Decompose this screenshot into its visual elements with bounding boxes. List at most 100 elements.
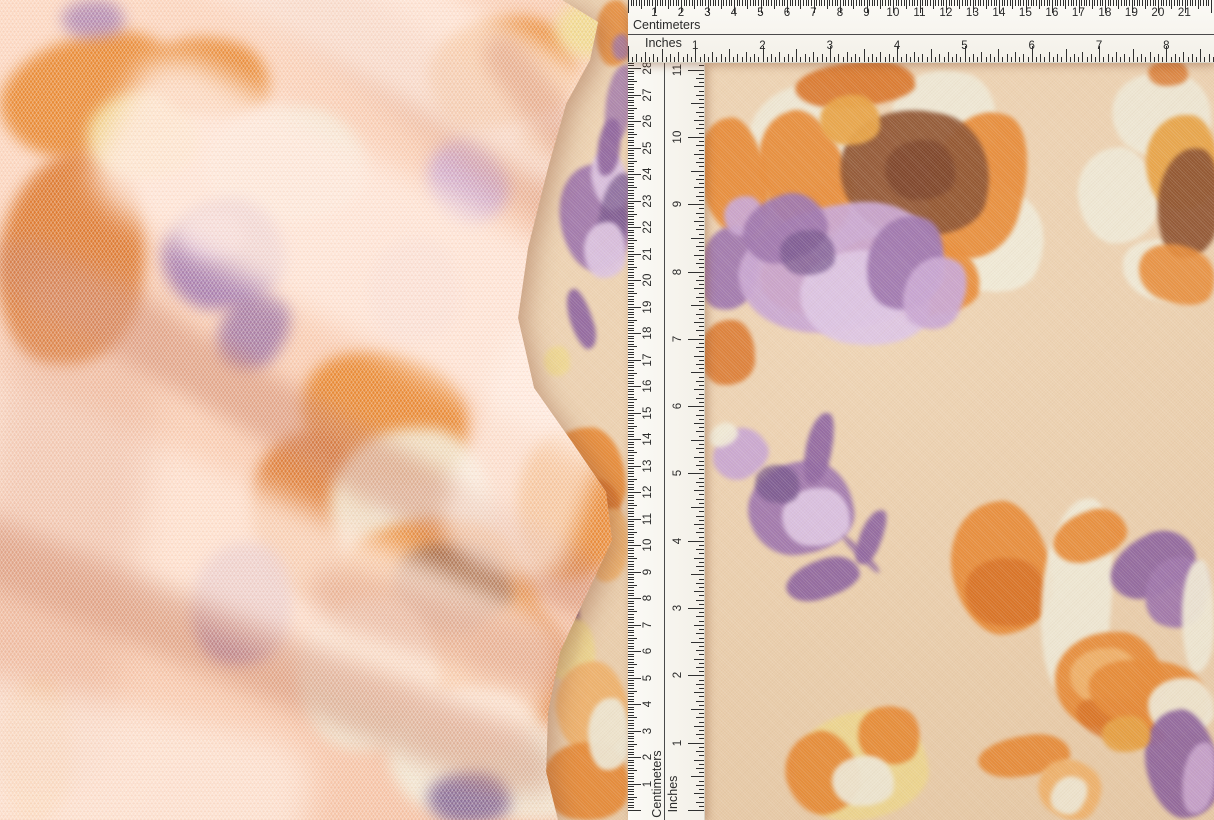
inch-tick [696,280,704,281]
inch-tick [699,545,705,546]
inch-tick [1154,57,1155,63]
cm-tick [628,513,634,514]
inch-tick [699,82,705,83]
cm-tick [965,0,966,6]
cm-tick [628,564,634,565]
cm-tick [628,455,634,456]
inch-tick [696,650,704,651]
cm-tick [1071,0,1072,6]
cm-tick [628,222,634,223]
cm-tick [753,0,754,6]
cm-tick [1057,0,1058,6]
inch-number: 10 [672,130,684,143]
inch-tick [699,444,705,445]
cm-tick [628,153,634,154]
cm-tick [628,556,634,557]
inch-tick [889,54,890,62]
cm-tick [628,466,641,467]
inch-tick [918,57,919,63]
inch-tick [699,528,705,529]
inch-tick [699,284,705,285]
inch-number: 2 [759,40,766,52]
inch-tick [1133,49,1134,62]
cm-tick [806,0,807,6]
cm-tick [1182,0,1183,6]
cm-tick [959,0,960,9]
inch-tick [696,532,704,533]
cm-tick [628,280,641,281]
inch-tick [699,764,705,765]
inch-tick [694,86,705,87]
cm-tick [628,744,637,745]
inch-tick [885,57,886,63]
cm-tick [628,84,634,85]
cm-tick [832,0,833,6]
inch-tick [696,196,704,197]
cm-number: 3 [642,727,654,734]
inch-tick [864,49,865,62]
inch-tick [694,356,705,357]
cm-tick [628,71,634,72]
cm-tick [628,132,634,133]
cm-tick [628,373,637,374]
cm-tick [628,542,634,543]
inch-tick [632,57,633,63]
cm-tick [628,92,634,93]
cm-tick [628,420,634,421]
cm-tick [628,587,634,588]
inch-tick [1137,57,1138,63]
cm-tick [983,0,984,6]
inch-tick [694,692,705,693]
cm-tick [628,116,634,117]
inch-tick [678,52,679,63]
inch-tick [696,768,704,769]
cm-tick [710,0,711,6]
cm-tick [628,246,634,247]
cm-tick [628,635,634,636]
cm-tick [628,617,634,618]
cm-tick [1065,0,1066,9]
cm-tick [1198,0,1199,9]
inch-tick [694,154,705,155]
cm-tick [628,579,634,580]
inch-tick [1028,57,1029,63]
cm-tick [628,349,634,350]
cm-tick [628,574,634,575]
cm-tick [697,0,698,6]
cm-number: 20 [642,273,654,286]
cm-tick [930,0,931,6]
cm-tick [628,754,634,755]
inch-tick [1192,54,1193,62]
cm-tick [628,675,634,676]
cm-tick [628,330,634,331]
inch-tick [688,70,704,71]
cm-tick [628,68,641,69]
cm-tick [1086,0,1087,6]
inch-tick [1204,57,1205,63]
inch-tick [699,553,705,554]
inch-tick [771,54,772,62]
inch-tick [1200,49,1201,62]
horizontal-ruler: Centimeters Inches 123456789101112131415… [628,0,1214,63]
inch-tick [750,57,751,63]
cm-tick [628,768,634,769]
cm-tick [628,216,634,217]
cm-number: 7 [642,621,654,628]
cm-tick [816,0,817,6]
cm-tick [628,590,634,591]
cm-tick [628,309,634,310]
inch-tick [813,52,814,63]
inch-tick [696,448,704,449]
cm-tick [628,137,634,138]
cm-tick [628,709,634,710]
inch-tick [699,469,705,470]
cm-tick [811,0,812,6]
cm-tick [665,0,666,6]
inch-tick [696,179,704,180]
cm-tick [628,505,637,506]
cm-number: 17 [642,353,654,366]
fold-highlight [0,353,581,767]
cm-number: 8 [837,7,844,19]
inch-tick [696,95,704,96]
cm-tick [628,773,634,774]
